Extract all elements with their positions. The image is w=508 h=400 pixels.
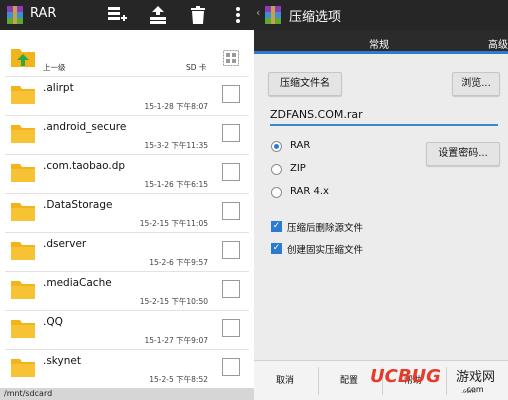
option-checkbox[interactable]: ✓ [271,243,282,254]
file-row[interactable]: .QQ 15-1-27 下午9:07 [0,310,254,349]
compress-options-dialog: ‹ 压缩选项 常规 高级 压缩文件名 浏览... ZDFANS.COM.rar … [254,0,508,400]
dialog-title-bar: ‹ 压缩选项 [254,0,508,30]
folder-icon [10,356,36,378]
file-date: 15-3-2 下午11:35 [144,141,209,150]
file-date: 15-2-15 下午11:05 [139,219,208,228]
format-radio[interactable] [271,187,282,198]
file-row[interactable]: .dserver 15-2-6 下午9:57 [0,232,254,271]
app-toolbar: RAR [0,0,254,30]
file-name: .DataStorage [43,199,113,211]
format-label: ZIP [290,163,306,174]
folder-icon [10,161,36,183]
file-name: .mediaCache [43,277,112,289]
file-checkbox[interactable] [222,358,240,376]
file-date: 15-1-26 下午6:15 [144,180,209,189]
more-menu-icon[interactable] [227,4,249,26]
delete-icon[interactable] [187,4,209,26]
select-all-icon[interactable] [223,50,239,66]
file-checkbox[interactable] [222,241,240,259]
file-checkbox[interactable] [222,163,240,181]
format-radio[interactable] [271,141,282,152]
browse-button[interactable]: 浏览... [452,72,500,96]
parent-folder-label: 上一级 [43,63,66,72]
file-browser-pane: RAR 上一级 SD 卡 .alirpt 15-1-28 下午8:07.andr… [0,0,254,400]
file-date: 15-2-15 下午10:50 [139,297,208,306]
dialog-title: 压缩选项 [289,10,342,25]
tab-general[interactable]: 常规 [369,36,389,51]
option-label: 创建固实压缩文件 [287,245,364,256]
file-checkbox[interactable] [222,124,240,142]
format-label: RAR [290,140,311,151]
file-date: 15-1-27 下午9:07 [144,336,209,345]
path-bar: /mnt/sdcard [0,388,254,400]
option-label: 压缩后删除源文件 [287,223,364,234]
folder-icon [10,122,36,144]
back-icon[interactable]: ‹ [256,6,260,19]
file-date: 15-1-28 下午8:07 [144,102,209,111]
tab-indicator [254,51,508,54]
file-checkbox[interactable] [222,202,240,220]
watermark-suffix: 游戏网 [456,370,496,385]
app-title: RAR [30,6,57,21]
tab-advanced[interactable]: 高级 [488,36,508,51]
button-divider [318,367,319,395]
file-name: .skynet [43,355,81,367]
file-name: .com.taobao.dp [43,160,126,172]
button-divider [446,367,447,395]
set-password-button[interactable]: 设置密码... [426,142,500,166]
cancel-button[interactable]: 取消 [276,373,294,386]
file-name: .android_secure [43,121,127,133]
add-archive-icon[interactable] [106,4,128,26]
file-checkbox[interactable] [222,280,240,298]
folder-up-icon [11,49,35,67]
file-checkbox[interactable] [222,85,240,103]
archive-name-button[interactable]: 压缩文件名 [268,72,342,96]
file-date: 15-2-6 下午9:57 [149,258,208,267]
file-checkbox[interactable] [222,319,240,337]
file-row[interactable]: .android_secure 15-3-2 下午11:35 [0,115,254,154]
watermark-url: .com [461,388,476,395]
winrar-app-icon [7,6,23,24]
option-checkbox[interactable]: ✓ [271,221,282,232]
format-radio[interactable] [271,164,282,175]
extract-icon[interactable] [147,4,169,26]
folder-icon [10,200,36,222]
location-label: SD 卡 [186,63,207,72]
folder-icon [10,317,36,339]
file-name: .QQ [43,316,63,328]
file-row[interactable]: .mediaCache 15-2-15 下午10:50 [0,271,254,310]
format-label: RAR 4.x [290,186,329,197]
file-date: 15-2-5 下午8:52 [149,375,208,384]
watermark-brand: UCBUG [370,366,441,387]
archive-filename-input[interactable]: ZDFANS.COM.rar [270,104,498,126]
folder-icon [10,278,36,300]
winrar-app-icon [265,6,281,24]
file-row[interactable]: .com.taobao.dp 15-1-26 下午6:15 [0,154,254,193]
file-row[interactable]: .alirpt 15-1-28 下午8:07 [0,76,254,115]
folder-icon [10,83,36,105]
folder-icon [10,239,36,261]
file-name: .alirpt [43,82,74,94]
file-row[interactable]: .DataStorage 15-2-15 下午11:05 [0,193,254,232]
file-name: .dserver [43,238,87,250]
file-row[interactable]: .skynet 15-2-5 下午8:52 [0,349,254,388]
profiles-button[interactable]: 配置 [340,373,358,386]
